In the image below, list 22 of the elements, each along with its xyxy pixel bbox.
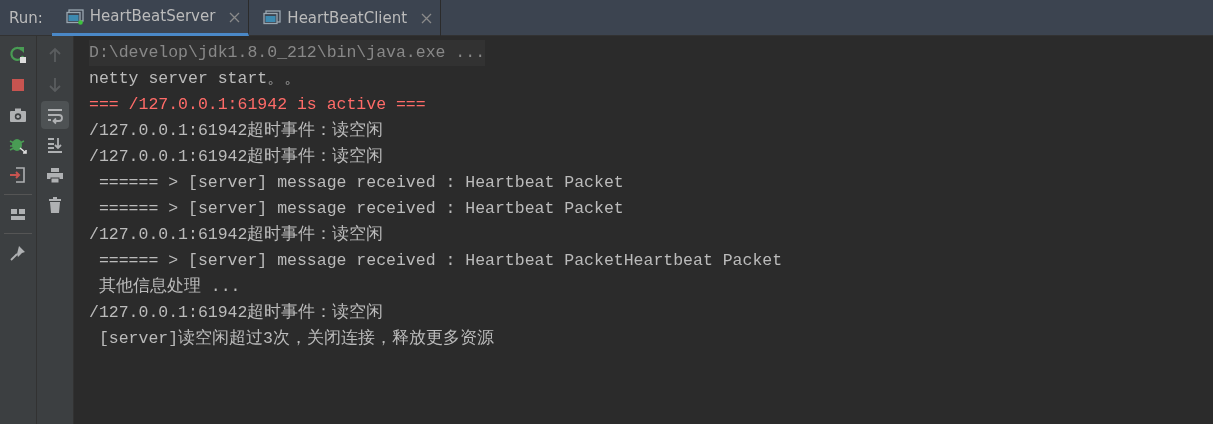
console-line: /127.0.0.1:61942超时事件：读空闲	[89, 146, 384, 168]
console-line: ====== > [server] message received : Heartbeat PacketHeartbeat Packet	[97, 250, 783, 272]
console-line: netty server start。。	[89, 68, 302, 90]
console-line: /127.0.0.1:61942超时事件：读空闲	[89, 302, 384, 324]
console-line: 其他信息处理 ...	[97, 276, 241, 298]
scroll-to-end-icon	[45, 135, 65, 155]
console-line: /127.0.0.1:61942超时事件：读空闲	[89, 224, 384, 246]
console-line: === /127.0.0.1:61942 is active ===	[89, 94, 426, 116]
run-label: Run:	[8, 8, 44, 29]
soft-wrap-button[interactable]	[41, 101, 69, 129]
console-line: ====== > [server] message received : Heartbeat Packet	[97, 198, 624, 220]
console-line: [server]读空闲超过3次，关闭连接，释放更多资源	[97, 328, 495, 350]
printer-icon	[45, 165, 65, 185]
console-tab[interactable]: HeartBeatClient	[249, 0, 442, 36]
exit-icon	[8, 165, 28, 185]
console-line: ====== > [server] message received : Heartbeat Packet	[97, 172, 624, 194]
pin-icon	[8, 243, 28, 263]
console-window-icon	[263, 10, 282, 26]
console-window-icon	[65, 8, 84, 25]
console-tab[interactable]: HeartBeatServer	[51, 0, 250, 36]
rerun-icon	[8, 45, 28, 65]
console-line: /127.0.0.1:61942超时事件：读空闲	[89, 120, 384, 142]
